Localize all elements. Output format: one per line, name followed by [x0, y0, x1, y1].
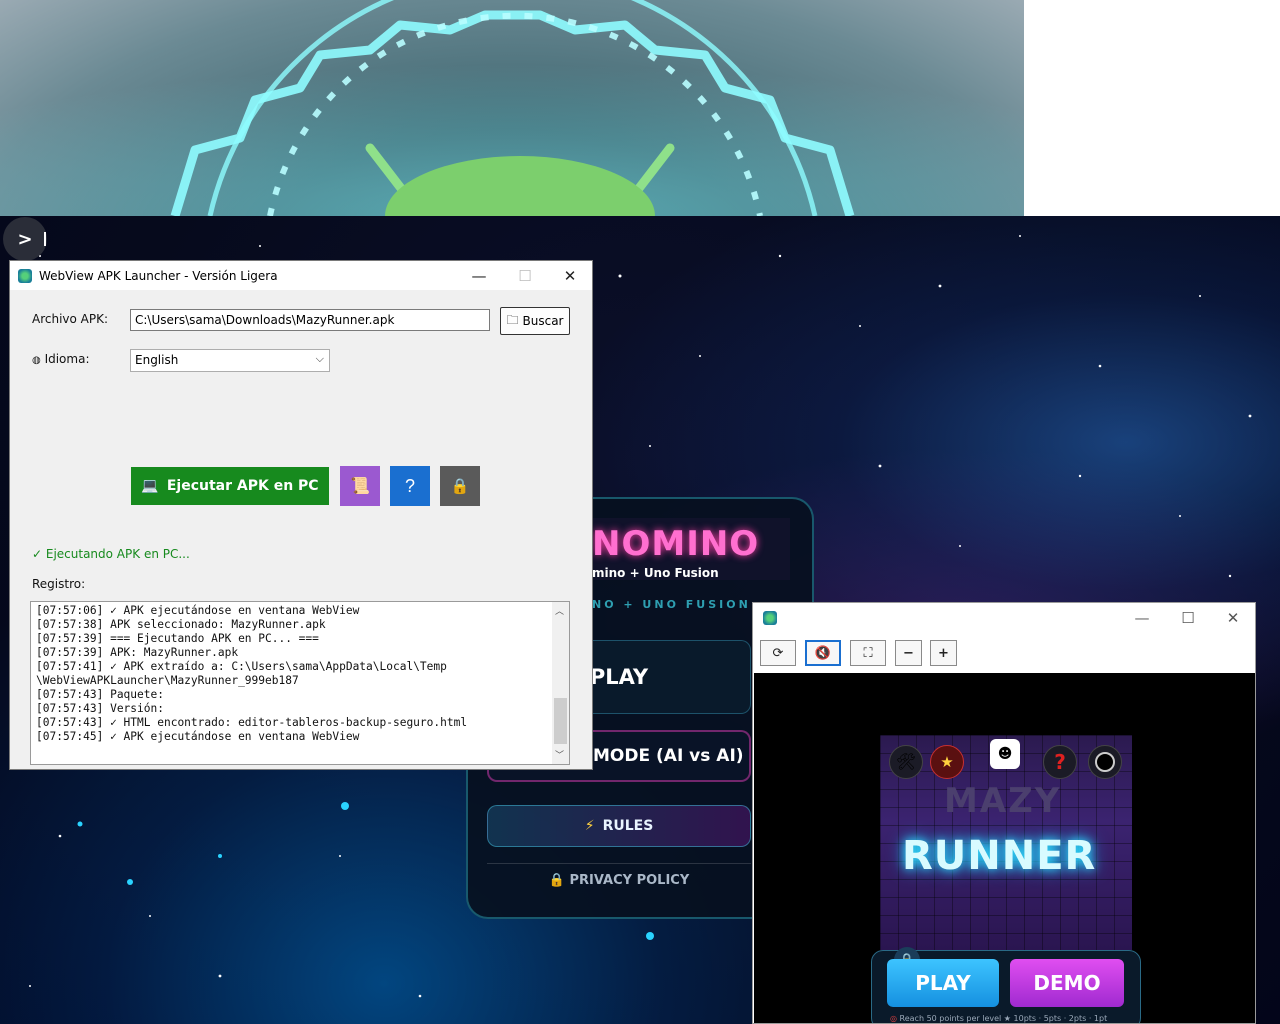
app-icon	[18, 269, 32, 283]
launcher-title: WebView APK Launcher - Versión Ligera	[39, 269, 278, 283]
maximize-icon: ☐	[518, 266, 532, 285]
menu-divider	[487, 863, 751, 864]
close-button[interactable]: ✕	[547, 261, 593, 290]
log-line: [07:57:06] ✓ APK ejecutándose en ventana…	[36, 604, 360, 617]
game-demo-label: DEMO	[1033, 971, 1101, 995]
language-select[interactable]: English ⌵	[130, 349, 330, 372]
language-label-row: ◍ Idioma:	[32, 352, 89, 366]
lightning-icon: ⚡	[584, 818, 595, 834]
game-webview[interactable]: 🛠 ★ ☻ ? MAZY RUNNER 🔒 PLAY DEMO ◎ Reach …	[754, 673, 1255, 1023]
game-minimize-button[interactable]: —	[1119, 603, 1165, 632]
theme-toggle-icon[interactable]	[1088, 745, 1122, 779]
target-icon: ◎	[890, 1014, 897, 1023]
hero-banner	[0, 0, 1024, 216]
tools-icon[interactable]: 🛠	[889, 745, 923, 779]
maximize-icon: ☐	[1181, 608, 1195, 627]
apk-path-field[interactable]: C:\Users\sama\Downloads\MazyRunner.apk	[130, 309, 490, 331]
game-footer-label: Reach 50 points per level ★ 10pts · 5pts…	[899, 1014, 1108, 1023]
menu-demo-label: MODE (AI vs AI)	[593, 746, 744, 766]
run-apk-label: Ejecutar APK en PC	[166, 478, 319, 494]
fullscreen-button[interactable]: ⛶	[850, 640, 886, 666]
browse-button[interactable]: 🗀 Buscar	[500, 307, 570, 335]
fullscreen-icon: ⛶	[863, 645, 873, 661]
log-line: [07:57:43] Paquete:	[36, 688, 164, 701]
game-title-top: MAZY	[944, 781, 1062, 821]
language-value: English	[135, 353, 179, 367]
menu-play-label: PLAY	[589, 665, 649, 689]
game-window: — ☐ ✕ ⟳ 🔇 ⛶ − + 🛠 ★ ☻ ? MAZY RUNNER 🔒 PL…	[752, 602, 1256, 1024]
player-icon: ☻	[990, 739, 1020, 769]
game-play-label: PLAY	[915, 971, 971, 995]
minimize-icon: —	[1134, 608, 1150, 627]
log-lines: [07:57:06] ✓ APK ejecutándose en ventana…	[36, 604, 467, 744]
run-apk-button[interactable]: 💻 Ejecutar APK en PC	[131, 467, 329, 505]
game-maximize-button[interactable]: ☐	[1165, 603, 1211, 632]
log-line: [07:57:38] APK seleccionado: MazyRunner.…	[36, 618, 326, 631]
chevron-down-icon: ⌵	[315, 352, 324, 365]
game-logo-text: NOMINO	[592, 524, 760, 564]
lock-button[interactable]: 🔒	[440, 466, 480, 506]
log-line: [07:57:41] ✓ APK extraído a: C:\Users\sa…	[36, 660, 447, 673]
game-close-button[interactable]: ✕	[1210, 603, 1255, 632]
game-footer-text: ◎ Reach 50 points per level ★ 10pts · 5p…	[890, 1014, 1107, 1023]
reload-button[interactable]: ⟳	[760, 640, 796, 666]
game-play-button[interactable]: PLAY	[887, 959, 999, 1007]
status-text: ✓ Ejecutando APK en PC...	[32, 547, 190, 561]
zoom-out-button[interactable]: −	[895, 640, 922, 666]
scrollbar-thumb[interactable]	[554, 698, 567, 744]
zoom-out-icon: −	[903, 645, 914, 661]
blank-area	[1024, 0, 1280, 216]
log-textarea[interactable]: [07:57:06] ✓ APK ejecutándose en ventana…	[30, 601, 570, 765]
mute-button[interactable]: 🔇	[805, 640, 841, 666]
log-line: \WebViewAPKLauncher\MazyRunner_999eb187	[36, 674, 299, 687]
zoom-in-icon: +	[938, 645, 949, 661]
prompt-button[interactable]: >	[3, 217, 47, 261]
game-tagline: NO + UNO FUSION	[592, 598, 751, 611]
game-logo-subtitle: mino + Uno Fusion	[592, 566, 719, 580]
log-line: [07:57:45] ✓ APK ejecutándose en ventana…	[36, 730, 360, 743]
notes-button[interactable]: 📜	[340, 466, 380, 506]
minimize-icon: —	[471, 266, 487, 285]
game-demo-button[interactable]: DEMO	[1010, 959, 1124, 1007]
maximize-button[interactable]: ☐	[502, 261, 548, 290]
launcher-window: WebView APK Launcher - Versión Ligera — …	[9, 260, 593, 770]
gear-android-artwork	[0, 0, 1024, 216]
language-label: Idioma:	[44, 352, 90, 366]
lock-icon: 🔒	[450, 478, 470, 495]
log-label: Registro:	[32, 577, 86, 591]
game-title-main: RUNNER	[902, 833, 1097, 879]
chevron-right-icon: >	[17, 228, 33, 250]
folder-icon: 🗀	[506, 312, 519, 327]
log-scrollbar[interactable]: ︿ ﹀	[552, 602, 569, 764]
log-line: [07:57:39] APK: MazyRunner.apk	[36, 646, 239, 659]
privacy-policy-link[interactable]: 🔒 PRIVACY POLICY	[487, 873, 751, 888]
apk-file-label: Archivo APK:	[32, 312, 109, 326]
privacy-policy-label: PRIVACY POLICY	[569, 873, 690, 888]
log-line: [07:57:43] Versión:	[36, 702, 164, 715]
mute-icon: 🔇	[814, 645, 832, 661]
help-icon[interactable]: ?	[1043, 745, 1077, 779]
close-icon: ✕	[563, 266, 577, 285]
laptop-icon: 💻	[141, 478, 159, 494]
question-icon: ?	[404, 475, 415, 496]
help-button[interactable]: ?	[390, 466, 430, 506]
lock-icon: 🔒	[548, 873, 565, 888]
zoom-in-button[interactable]: +	[930, 640, 957, 666]
scroll-up-icon[interactable]: ︿	[555, 604, 564, 617]
menu-rules-label: RULES	[602, 818, 654, 834]
log-line: [07:57:39] === Ejecutando APK en PC... =…	[36, 632, 319, 645]
text-caret	[44, 232, 46, 246]
minimize-button[interactable]: —	[456, 261, 502, 290]
reload-icon: ⟳	[772, 645, 784, 661]
notes-icon: 📜	[350, 478, 370, 495]
log-line: [07:57:43] ✓ HTML encontrado: editor-tab…	[36, 716, 468, 729]
menu-rules-button[interactable]: ⚡ RULES	[487, 805, 751, 847]
browse-label: Buscar	[522, 314, 564, 328]
star-icon[interactable]: ★	[930, 745, 964, 779]
close-icon: ✕	[1226, 608, 1240, 627]
globe-icon: ◍	[32, 355, 41, 366]
scroll-down-icon[interactable]: ﹀	[555, 748, 564, 761]
launcher-titlebar: WebView APK Launcher - Versión Ligera — …	[10, 261, 592, 290]
app-icon	[763, 611, 777, 625]
